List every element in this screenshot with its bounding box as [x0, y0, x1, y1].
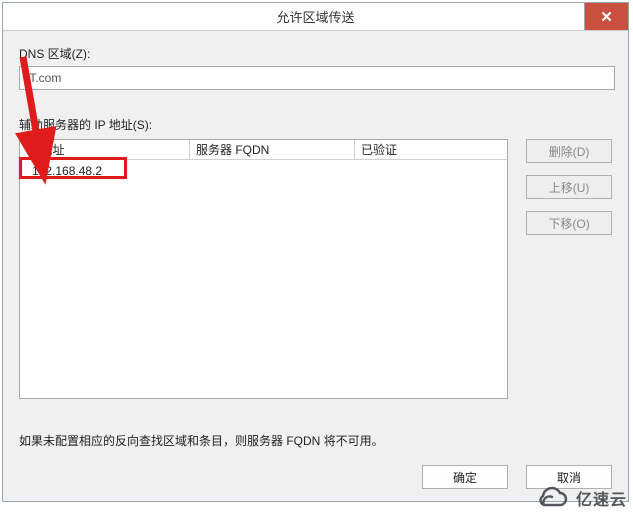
client-area: DNS 区域(Z): IT.com 辅助服务器的 IP 地址(S): IP 地址… — [3, 31, 628, 501]
col-header-ip[interactable]: IP 地址 — [20, 140, 190, 159]
close-icon: ✕ — [600, 8, 613, 26]
delete-button[interactable]: 删除(D) — [526, 139, 612, 163]
move-up-button[interactable]: 上移(U) — [526, 175, 612, 199]
grid-header: IP 地址 服务器 FQDN 已验证 — [20, 140, 507, 160]
dialog-title: 允许区域传送 — [276, 7, 354, 26]
watermark-logo: 亿速云 — [530, 485, 627, 511]
col-header-fqdn[interactable]: 服务器 FQDN — [190, 140, 355, 159]
ok-button[interactable]: 确定 — [422, 465, 508, 489]
ip-cell — [20, 159, 190, 183]
titlebar: 允许区域传送 ✕ — [3, 3, 628, 31]
col-header-verified[interactable]: 已验证 — [355, 140, 495, 159]
dialog-window: 允许区域传送 ✕ DNS 区域(Z): IT.com 辅助服务器的 IP 地址(… — [2, 2, 629, 502]
footer-note: 如果未配置相应的反向查找区域和条目，则服务器 FQDN 将不可用。 — [19, 432, 384, 449]
table-area: IP 地址 服务器 FQDN 已验证 删除(D) 上移(U) 下移(O) — [19, 139, 612, 399]
verified-cell — [355, 169, 495, 173]
table-row[interactable] — [20, 160, 507, 182]
ip-grid[interactable]: IP 地址 服务器 FQDN 已验证 — [19, 139, 508, 399]
dns-zone-label: DNS 区域(Z): — [19, 45, 612, 62]
ip-input[interactable] — [26, 161, 184, 181]
secondary-servers-label: 辅助服务器的 IP 地址(S): — [19, 116, 612, 133]
watermark-text: 亿速云 — [576, 486, 627, 510]
cloud-icon — [530, 485, 570, 511]
fqdn-cell — [190, 169, 355, 173]
close-button[interactable]: ✕ — [584, 3, 628, 30]
dns-zone-value: IT.com — [19, 66, 615, 90]
move-down-button[interactable]: 下移(O) — [526, 211, 612, 235]
side-buttons: 删除(D) 上移(U) 下移(O) — [526, 139, 612, 399]
